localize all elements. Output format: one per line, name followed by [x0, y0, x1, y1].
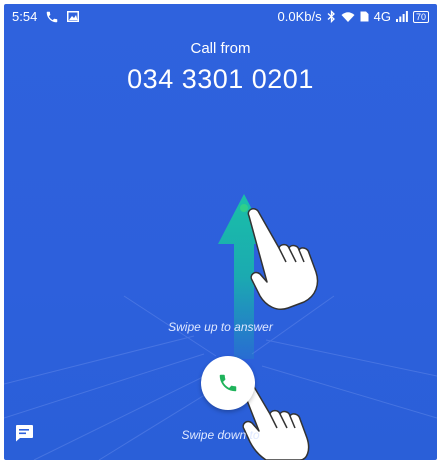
- hand-pointer-icon: [247, 208, 319, 310]
- touch-point: [240, 204, 248, 212]
- incoming-call-screen: 5:54 0.0Kb/s 4G 70 Call from 034 3301 02…: [4, 4, 437, 460]
- swipe-up-hint: Swipe up to answer: [168, 320, 273, 334]
- phone-icon: [219, 374, 237, 392]
- swipe-down-hint: Swipe down to: [181, 428, 260, 442]
- message-icon[interactable]: [14, 424, 34, 442]
- answer-call-button[interactable]: [201, 356, 255, 410]
